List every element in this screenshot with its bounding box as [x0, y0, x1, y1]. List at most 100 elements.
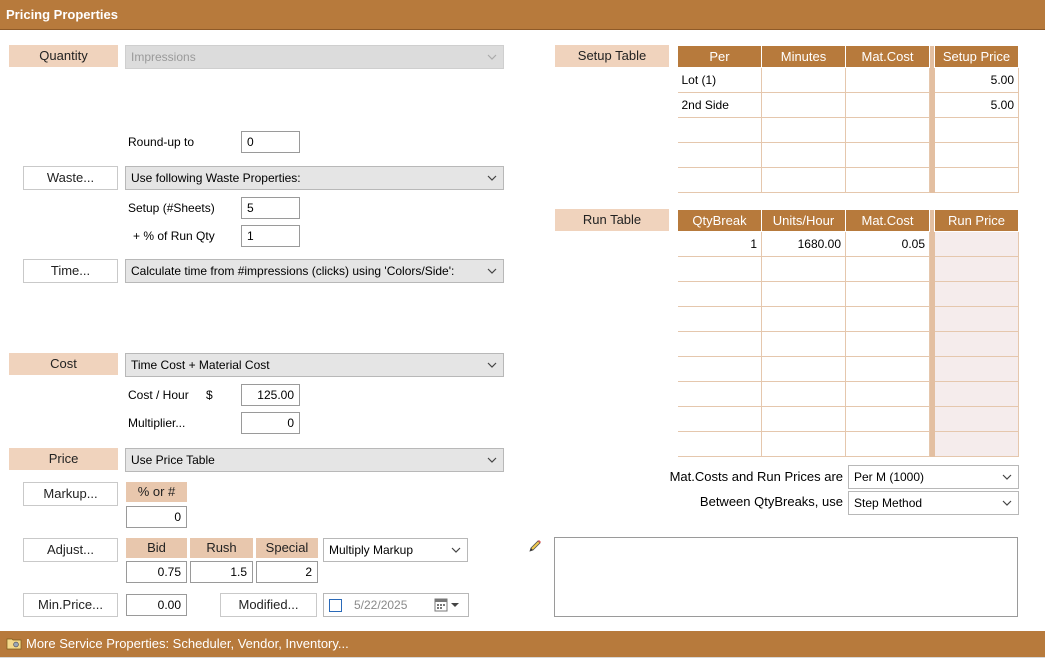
waste-button[interactable]: Waste...: [23, 166, 118, 190]
markup-input[interactable]: 0: [126, 506, 187, 528]
multiplier-button[interactable]: Multiplier...: [128, 413, 185, 433]
run-table-cell[interactable]: [761, 406, 846, 432]
run-table-cell[interactable]: [934, 256, 1019, 282]
setup-table-row[interactable]: [677, 142, 1019, 168]
waste-mode-select[interactable]: Use following Waste Properties:: [125, 166, 504, 190]
cost-mode-select[interactable]: Time Cost + Material Cost: [125, 353, 504, 377]
min-price-input[interactable]: 0.00: [126, 594, 187, 616]
run-table-cell[interactable]: [677, 381, 762, 407]
setup-table[interactable]: Per Minutes Mat.Cost Setup Price Lot (1)…: [677, 45, 1019, 193]
run-table-cell[interactable]: [845, 306, 930, 332]
run-table-row[interactable]: [677, 406, 1019, 432]
run-table-cell[interactable]: [677, 281, 762, 307]
time-button[interactable]: Time...: [23, 259, 118, 283]
run-table-row[interactable]: [677, 256, 1019, 282]
run-table-cell[interactable]: [677, 306, 762, 332]
modified-button[interactable]: Modified...: [220, 593, 317, 617]
setup-table-cell[interactable]: [761, 67, 846, 93]
run-table-row[interactable]: [677, 381, 1019, 407]
setup-table-cell[interactable]: Lot (1): [677, 67, 762, 93]
modified-date-picker[interactable]: 5/22/2025: [323, 593, 469, 617]
run-table-cell[interactable]: [845, 381, 930, 407]
run-table-cell[interactable]: [934, 306, 1019, 332]
setup-table-row[interactable]: [677, 167, 1019, 193]
run-table-row[interactable]: [677, 331, 1019, 357]
setup-table-cell[interactable]: [677, 167, 762, 193]
setup-table-cell[interactable]: [845, 67, 930, 93]
run-table-cell[interactable]: [845, 356, 930, 382]
waste-run-input[interactable]: 1: [241, 225, 300, 247]
run-table-cell[interactable]: [677, 331, 762, 357]
run-table-cell[interactable]: [845, 256, 930, 282]
run-table-cell[interactable]: [761, 281, 846, 307]
notes-textarea[interactable]: [554, 537, 1018, 617]
run-table-cell[interactable]: [845, 406, 930, 432]
special-input[interactable]: 2: [256, 561, 318, 583]
run-table-row[interactable]: [677, 356, 1019, 382]
run-table-cell[interactable]: [934, 281, 1019, 307]
run-table-cell[interactable]: [934, 431, 1019, 457]
setup-table-cell[interactable]: [934, 167, 1019, 193]
setup-table-cell[interactable]: [761, 167, 846, 193]
bid-input[interactable]: 0.75: [126, 561, 187, 583]
run-table-cell[interactable]: [761, 306, 846, 332]
setup-table-cell[interactable]: [845, 167, 930, 193]
setup-table-cell[interactable]: [761, 142, 846, 168]
setup-table-cell[interactable]: [677, 117, 762, 143]
adjust-button[interactable]: Adjust...: [23, 538, 118, 562]
run-table-cell[interactable]: [934, 406, 1019, 432]
run-table-cell[interactable]: [677, 356, 762, 382]
more-properties-bar[interactable]: More Service Properties: Scheduler, Vend…: [0, 631, 1045, 657]
cost-hour-input[interactable]: 125.00: [241, 384, 300, 406]
roundup-input[interactable]: 0: [241, 131, 300, 153]
setup-table-cell[interactable]: [761, 92, 846, 118]
run-table-cell[interactable]: [934, 231, 1019, 257]
quantity-select[interactable]: Impressions: [125, 45, 504, 69]
min-price-button[interactable]: Min.Price...: [23, 593, 118, 617]
price-mode-select[interactable]: Use Price Table: [125, 448, 504, 472]
run-table-row[interactable]: 1 1680.00 0.05: [677, 231, 1019, 257]
run-table[interactable]: QtyBreak Units/Hour Mat.Cost Run Price 1…: [677, 209, 1019, 457]
setup-table-cell[interactable]: 5.00: [934, 92, 1019, 118]
between-select[interactable]: Step Method: [848, 491, 1019, 515]
setup-table-cell[interactable]: [845, 142, 930, 168]
run-table-cell[interactable]: 1: [677, 231, 762, 257]
run-table-cell[interactable]: [761, 381, 846, 407]
setup-table-row[interactable]: [677, 117, 1019, 143]
setup-table-cell[interactable]: [845, 117, 930, 143]
adjust-mode-select[interactable]: Multiply Markup: [323, 538, 468, 562]
run-table-cell[interactable]: [677, 406, 762, 432]
run-table-row[interactable]: [677, 306, 1019, 332]
setup-table-row[interactable]: Lot (1) 5.00: [677, 67, 1019, 93]
waste-setup-input[interactable]: 5: [241, 197, 300, 219]
run-table-cell[interactable]: [677, 256, 762, 282]
setup-table-row[interactable]: 2nd Side 5.00: [677, 92, 1019, 118]
run-table-cell[interactable]: [934, 356, 1019, 382]
calendar-dropdown-icon[interactable]: [434, 598, 462, 612]
setup-table-cell[interactable]: 2nd Side: [677, 92, 762, 118]
run-table-cell[interactable]: [934, 331, 1019, 357]
run-table-cell[interactable]: [761, 356, 846, 382]
matcosts-select[interactable]: Per M (1000): [848, 465, 1019, 489]
setup-table-cell[interactable]: [934, 142, 1019, 168]
run-table-row[interactable]: [677, 281, 1019, 307]
run-table-cell[interactable]: [845, 281, 930, 307]
rush-input[interactable]: 1.5: [190, 561, 253, 583]
run-table-cell[interactable]: [761, 431, 846, 457]
run-table-cell[interactable]: [845, 331, 930, 357]
run-table-cell[interactable]: [845, 431, 930, 457]
pencil-icon[interactable]: [527, 538, 543, 554]
setup-table-cell[interactable]: [934, 117, 1019, 143]
multiplier-input[interactable]: 0: [241, 412, 300, 434]
run-table-row[interactable]: [677, 431, 1019, 457]
run-table-cell[interactable]: [934, 381, 1019, 407]
setup-table-cell[interactable]: [677, 142, 762, 168]
run-table-cell[interactable]: [761, 331, 846, 357]
run-table-cell[interactable]: [761, 256, 846, 282]
setup-table-cell[interactable]: 5.00: [934, 67, 1019, 93]
setup-table-cell[interactable]: [845, 92, 930, 118]
time-mode-select[interactable]: Calculate time from #impressions (clicks…: [125, 259, 504, 283]
run-table-cell[interactable]: 1680.00: [761, 231, 846, 257]
run-table-cell[interactable]: [677, 431, 762, 457]
run-table-cell[interactable]: 0.05: [845, 231, 930, 257]
